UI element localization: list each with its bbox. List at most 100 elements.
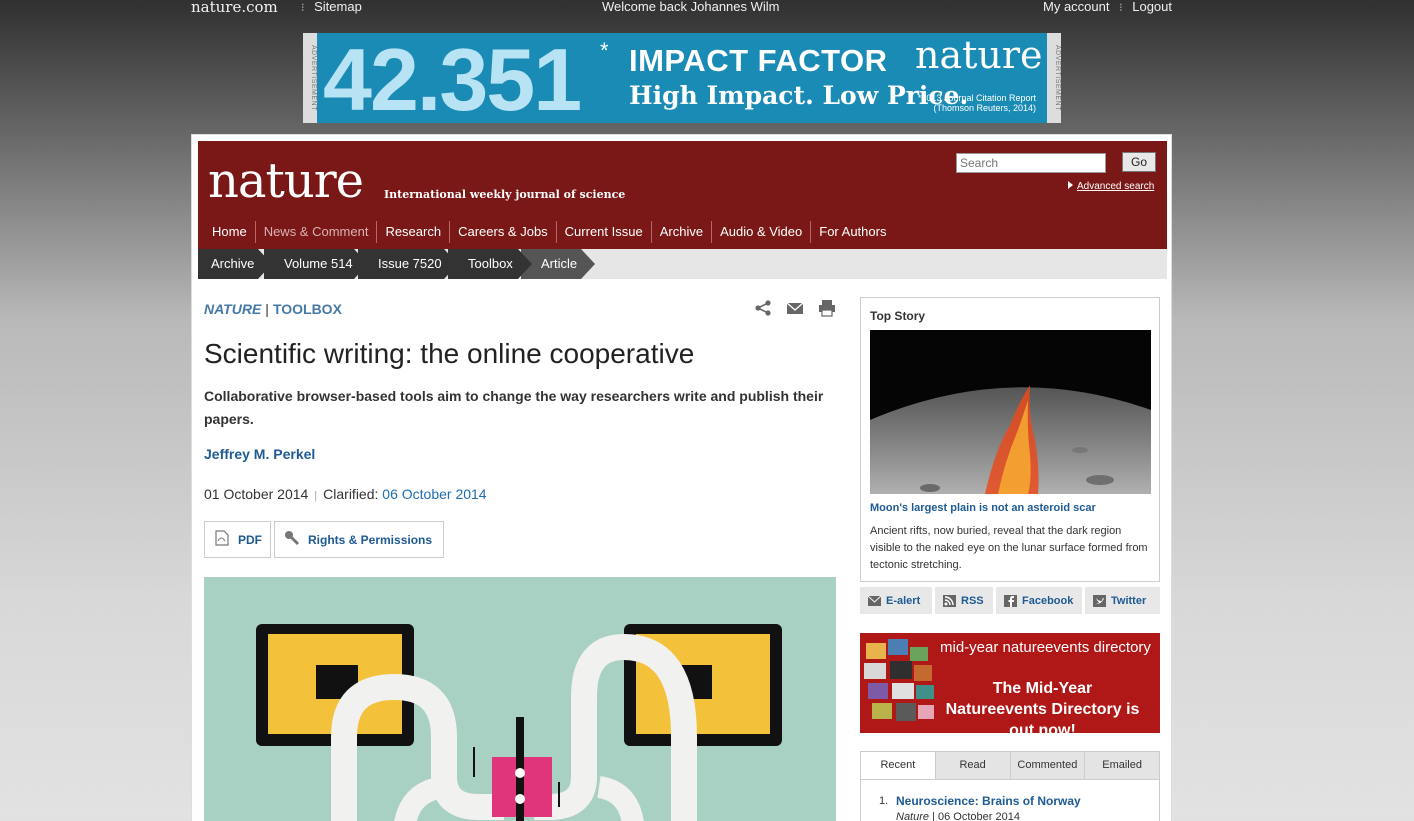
author-link[interactable]: Jeffrey M. Perkel	[204, 446, 315, 462]
ad-footnote-line2: (Thomson Reuters, 2014)	[933, 103, 1036, 113]
article-kicker: NATURE | TOOLBOX	[204, 301, 342, 317]
article-standfirst: Collaborative browser-based tools aim to…	[204, 388, 824, 427]
email-icon[interactable]	[786, 299, 804, 317]
twitter-label: Twitter	[1111, 594, 1147, 607]
top-story-image[interactable]	[870, 330, 1151, 494]
search-go-button[interactable]: Go	[1122, 152, 1156, 172]
events-collage-graphic	[864, 639, 934, 721]
page-container: nature International weekly journal of s…	[191, 134, 1172, 821]
top-story-headline[interactable]: Moon's largest plain is not an asteroid …	[870, 502, 1096, 514]
top-story-description: Ancient rifts, now buried, reveal that t…	[870, 525, 1148, 571]
ad-impact-number: 42.351	[323, 33, 582, 123]
breadcrumb-archive[interactable]: Archive	[198, 249, 272, 279]
breadcrumb-volume[interactable]: Volume 514	[264, 249, 368, 279]
main-nav: Home News & Comment Research Careers & J…	[204, 221, 894, 243]
article-illustration[interactable]	[204, 577, 836, 821]
nav-item-careers-jobs[interactable]: Careers & Jobs	[450, 221, 557, 243]
journal-name[interactable]: NATURE	[204, 301, 261, 317]
nav-item-news-comment[interactable]: News & Comment	[256, 221, 378, 243]
natureevents-ad[interactable]: mid-year natureevents directory The Mid-…	[860, 633, 1160, 733]
clarified-label: Clarified:	[323, 486, 379, 502]
wrench-icon	[284, 530, 300, 549]
tagline: International weekly journal of science	[384, 188, 626, 201]
social-links: E-alert RSS Facebook Twitter	[860, 587, 1160, 614]
sitemap-link[interactable]: Sitemap	[314, 0, 362, 14]
list-item-meta: Nature | 06 October 2014	[896, 811, 1020, 821]
illustration-graphic	[204, 577, 836, 821]
clarified-date-link[interactable]: 06 October 2014	[382, 486, 486, 502]
nav-item-home[interactable]: Home	[204, 221, 256, 243]
nav-item-for-authors[interactable]: For Authors	[811, 221, 894, 243]
nav-item-current-issue[interactable]: Current Issue	[557, 221, 652, 243]
topbar-separator: ⁝	[301, 2, 305, 14]
logout-link[interactable]: Logout	[1132, 0, 1172, 14]
e-alert-button[interactable]: E-alert	[860, 587, 932, 614]
advanced-search-link[interactable]: Advanced search	[1068, 181, 1154, 192]
ad-star: *	[600, 38, 609, 63]
rss-icon	[943, 594, 956, 607]
global-topbar: nature.com ⁝ Sitemap Welcome back Johann…	[191, 0, 1172, 16]
ad-footnote-line1: *2013 Journal Citation Report	[917, 93, 1036, 103]
impact-factor-ad[interactable]: ADVERTISEMENT 42.351 * IMPACT FACTOR Hig…	[303, 33, 1061, 123]
article-tools	[754, 299, 836, 317]
list-item-journal: Nature	[896, 811, 930, 821]
rights-permissions-button[interactable]: Rights & Permissions	[274, 521, 444, 558]
ad-nature-logo: nature	[915, 33, 1043, 77]
facebook-button[interactable]: Facebook	[996, 587, 1082, 614]
top-story-label: Top Story	[870, 309, 926, 323]
list-item-date: 06 October 2014	[938, 811, 1020, 821]
facebook-icon	[1004, 594, 1017, 607]
rights-label: Rights & Permissions	[308, 532, 433, 547]
article-title: Scientific writing: the online cooperati…	[204, 338, 695, 369]
rss-label: RSS	[961, 594, 984, 607]
sitemap-wrap: ⁝ Sitemap	[301, 0, 362, 14]
article-dates: 01 October 2014 | Clarified: 06 October 20…	[204, 486, 487, 502]
tab-recent[interactable]: Recent	[861, 752, 935, 779]
most-tabs: Recent Read Commented Emailed	[860, 751, 1160, 780]
rss-button[interactable]: RSS	[935, 587, 993, 614]
account-links: My account ⁝ Logout	[1043, 0, 1172, 14]
published-date: 01 October 2014	[204, 486, 309, 502]
breadcrumb-issue[interactable]: Issue 7520	[358, 249, 458, 279]
breadcrumb: Archive Volume 514 Issue 7520 Toolbox Ar…	[198, 249, 1167, 279]
section-name[interactable]: TOOLBOX	[273, 301, 342, 317]
ad-headline: IMPACT FACTOR	[629, 43, 888, 78]
breadcrumb-toolbox[interactable]: Toolbox	[448, 249, 532, 279]
search-input[interactable]	[956, 153, 1106, 173]
mail-icon	[867, 595, 882, 607]
ad-side-label-right: ADVERTISEMENT	[1047, 33, 1061, 123]
tab-commented[interactable]: Commented	[1009, 752, 1085, 779]
triangle-right-icon	[1068, 181, 1073, 189]
list-item-separator: |	[932, 811, 935, 821]
ad-footnote: *2013 Journal Citation Report (Thomson R…	[911, 93, 1036, 113]
date-separator: |	[314, 490, 318, 502]
recent-list: 1. Neuroscience: Brains of Norway Nature…	[860, 780, 1160, 821]
print-icon[interactable]	[818, 299, 836, 317]
facebook-label: Facebook	[1022, 594, 1074, 607]
tab-emailed[interactable]: Emailed	[1084, 752, 1159, 779]
site-header: nature International weekly journal of s…	[198, 141, 1167, 249]
nature-logo[interactable]: nature	[208, 153, 364, 209]
list-item-number: 1.	[879, 795, 889, 807]
twitter-button[interactable]: Twitter	[1085, 587, 1160, 614]
list-item-link[interactable]: Neuroscience: Brains of Norway	[896, 794, 1081, 808]
share-icon[interactable]	[754, 299, 772, 317]
events-ad-title: mid-year natureevents directory	[940, 639, 1151, 656]
welcome-message: Welcome back Johannes Wilm	[602, 0, 780, 14]
pdf-label: PDF	[238, 532, 262, 547]
events-ad-message: The Mid-Year Natureevents Directory is o…	[945, 680, 1140, 733]
my-account-link[interactable]: My account	[1043, 0, 1109, 14]
e-alert-label: E-alert	[886, 594, 921, 607]
pdf-button[interactable]: PDF	[204, 521, 271, 558]
nature-com-logo[interactable]: nature.com	[191, 0, 278, 16]
ad-side-label-left: ADVERTISEMENT	[303, 33, 317, 123]
nav-item-research[interactable]: Research	[377, 221, 451, 243]
kicker-separator: |	[265, 301, 269, 317]
tab-read[interactable]: Read	[934, 752, 1010, 779]
topbar-separator: ⁝	[1119, 2, 1123, 14]
nav-item-archive[interactable]: Archive	[652, 221, 713, 243]
nav-item-audio-video[interactable]: Audio & Video	[712, 221, 812, 243]
advanced-search-label: Advanced search	[1077, 181, 1155, 192]
pdf-icon	[214, 530, 230, 549]
twitter-icon	[1093, 594, 1106, 607]
